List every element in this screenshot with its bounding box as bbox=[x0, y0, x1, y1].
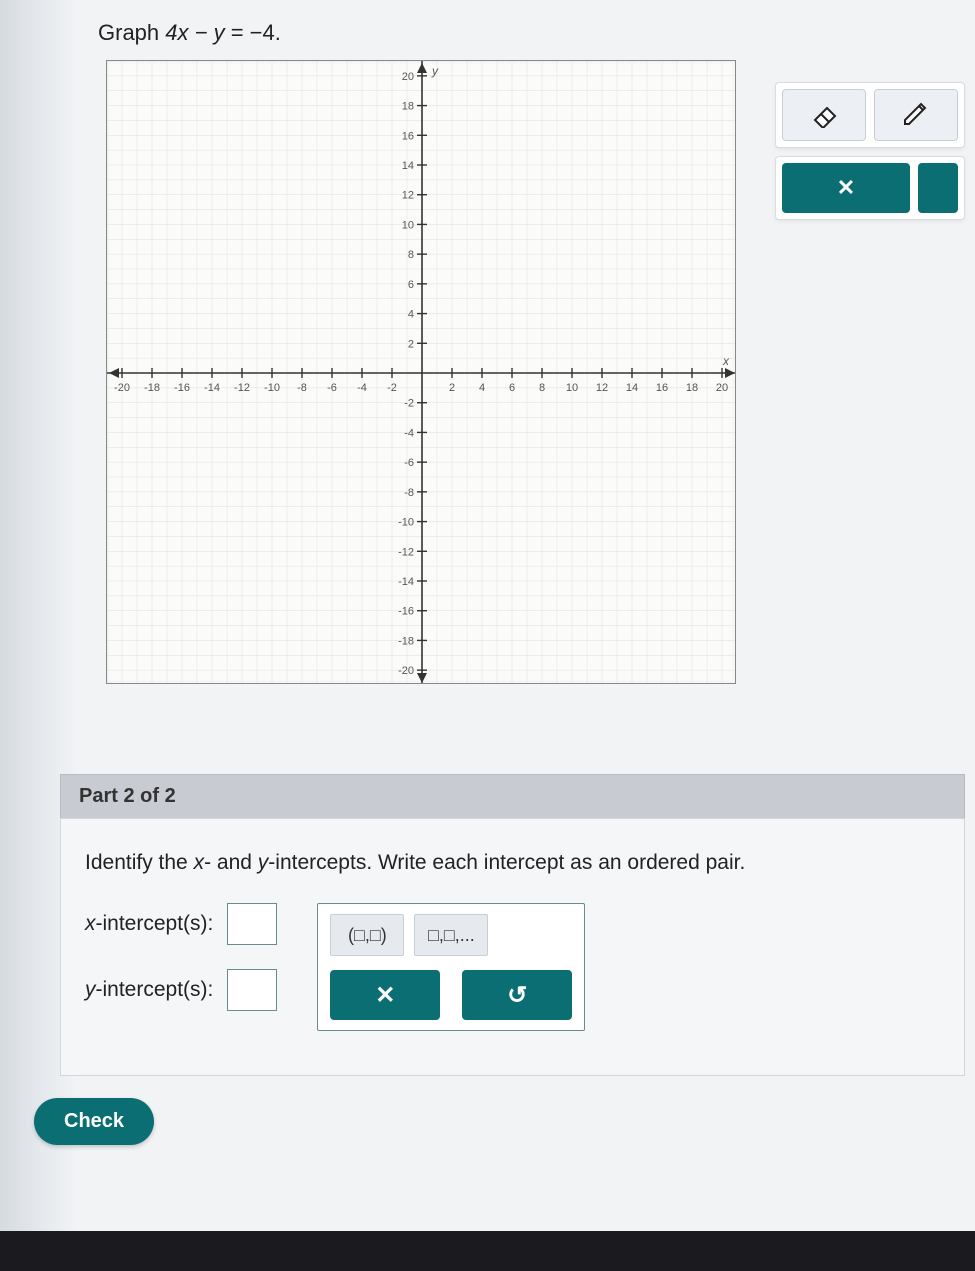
taskbar bbox=[0, 1231, 975, 1271]
keypad: (□,□) □,□,... ✕ ↺ bbox=[317, 903, 585, 1031]
svg-text:-20: -20 bbox=[398, 665, 414, 677]
svg-text:6: 6 bbox=[408, 279, 414, 291]
svg-text:10: 10 bbox=[566, 382, 578, 394]
svg-text:2: 2 bbox=[408, 338, 414, 350]
svg-text:-8: -8 bbox=[404, 487, 414, 499]
svg-text:14: 14 bbox=[402, 160, 414, 172]
part-header: Part 2 of 2 bbox=[60, 774, 965, 818]
svg-text:-16: -16 bbox=[398, 606, 414, 618]
svg-text:-20: -20 bbox=[114, 382, 130, 394]
svg-text:6: 6 bbox=[509, 382, 515, 394]
extra-tool-button[interactable] bbox=[918, 163, 958, 213]
svg-text:18: 18 bbox=[402, 101, 414, 113]
svg-text:-18: -18 bbox=[144, 382, 160, 394]
svg-text:-2: -2 bbox=[404, 398, 414, 410]
svg-text:-18: -18 bbox=[398, 635, 414, 647]
svg-text:16: 16 bbox=[656, 382, 668, 394]
x-intercept-label: x-intercept(s): bbox=[85, 912, 213, 936]
pencil-icon bbox=[901, 102, 931, 128]
svg-text:-8: -8 bbox=[297, 382, 307, 394]
svg-text:16: 16 bbox=[402, 130, 414, 142]
list-key[interactable]: □,□,... bbox=[414, 914, 488, 956]
svg-text:8: 8 bbox=[408, 249, 414, 261]
svg-text:-12: -12 bbox=[234, 382, 250, 394]
y-intercept-input[interactable] bbox=[227, 969, 277, 1011]
part-body: Identify the x- and y-intercepts. Write … bbox=[60, 818, 965, 1076]
instruction-text: Identify the x- and y-intercepts. Write … bbox=[85, 851, 940, 875]
pencil-tool[interactable] bbox=[874, 89, 958, 141]
svg-text:12: 12 bbox=[596, 382, 608, 394]
tool-panel: ✕ bbox=[775, 82, 965, 220]
svg-text:-14: -14 bbox=[398, 576, 414, 588]
svg-text:4: 4 bbox=[479, 382, 485, 394]
svg-text:-4: -4 bbox=[404, 427, 414, 439]
eraser-tool[interactable] bbox=[782, 89, 866, 141]
svg-text:-6: -6 bbox=[404, 457, 414, 469]
close-icon: ✕ bbox=[375, 981, 395, 1010]
clear-button[interactable]: ✕ bbox=[330, 970, 440, 1020]
svg-text:-4: -4 bbox=[357, 382, 367, 394]
svg-text:8: 8 bbox=[539, 382, 545, 394]
svg-text:10: 10 bbox=[402, 219, 414, 231]
svg-text:20: 20 bbox=[716, 382, 728, 394]
close-tool-button[interactable]: ✕ bbox=[782, 163, 910, 213]
y-intercept-label: y-intercept(s): bbox=[85, 978, 213, 1002]
svg-text:14: 14 bbox=[626, 382, 638, 394]
svg-text:-16: -16 bbox=[174, 382, 190, 394]
svg-text:-14: -14 bbox=[204, 382, 220, 394]
svg-text:20: 20 bbox=[402, 71, 414, 83]
svg-text:x: x bbox=[722, 354, 730, 368]
svg-text:18: 18 bbox=[686, 382, 698, 394]
svg-text:12: 12 bbox=[402, 190, 414, 202]
svg-text:-10: -10 bbox=[398, 517, 414, 529]
x-intercept-input[interactable] bbox=[227, 903, 277, 945]
undo-button[interactable]: ↺ bbox=[462, 970, 572, 1020]
problem-prompt: Graph 4x − y = −4. bbox=[98, 20, 965, 46]
close-icon: ✕ bbox=[837, 175, 855, 201]
ordered-pair-key[interactable]: (□,□) bbox=[330, 914, 404, 956]
svg-text:-12: -12 bbox=[398, 546, 414, 558]
svg-text:4: 4 bbox=[408, 309, 414, 321]
svg-text:-2: -2 bbox=[387, 382, 397, 394]
svg-text:y: y bbox=[431, 64, 439, 78]
svg-text:2: 2 bbox=[449, 382, 455, 394]
eraser-icon bbox=[809, 102, 839, 128]
check-button[interactable]: Check bbox=[34, 1098, 154, 1145]
svg-text:-10: -10 bbox=[264, 382, 280, 394]
graph-area[interactable]: y x -20 -18 -16 -14 -12 -10 -8 -6 -4 -2 2 4 6 8 10 12 14 16… bbox=[106, 60, 736, 684]
undo-icon: ↺ bbox=[507, 981, 527, 1010]
svg-text:-6: -6 bbox=[327, 382, 337, 394]
